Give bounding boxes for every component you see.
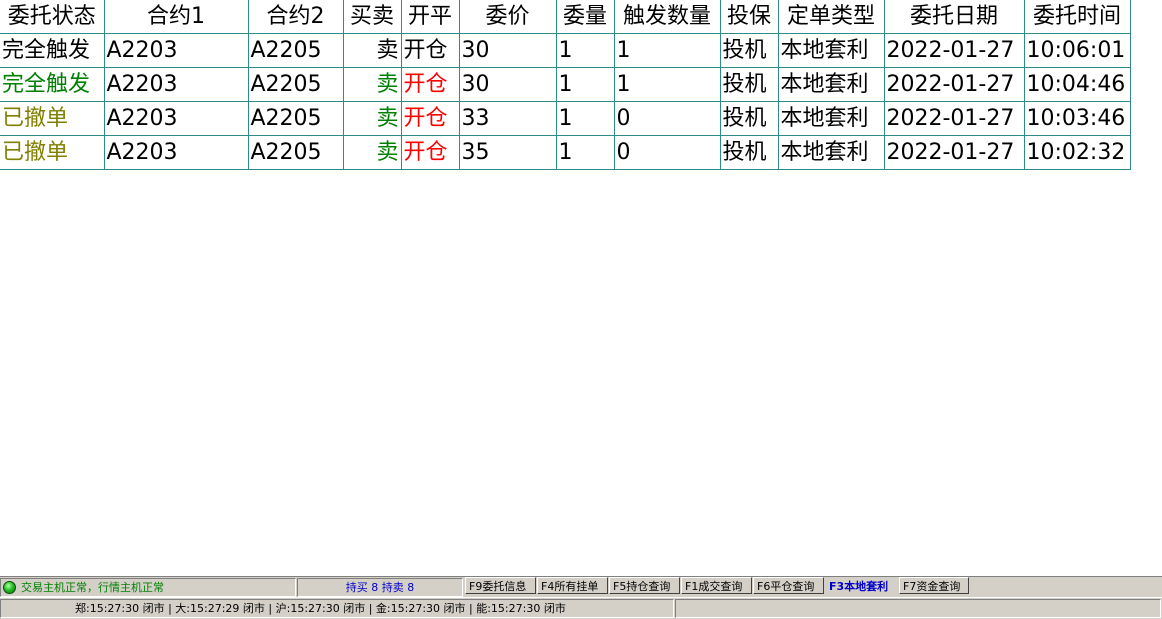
empty-status-panel [675,599,1161,618]
cell-qty: 1 [556,33,615,68]
cell-open-close: 开仓 [401,67,460,102]
col-header-open-close[interactable]: 开平 [401,0,460,34]
cell-status: 完全触发 [0,33,105,68]
hold-info-panel: 持买 8 持卖 8 [297,578,463,597]
col-header-price[interactable]: 委价 [459,0,557,34]
cell-contract1: A2203 [104,67,249,102]
cell-side: 卖 [343,33,402,68]
cell-order-type: 本地套利 [778,135,885,170]
cell-time: 10:02:32 [1024,135,1131,170]
col-header-contract2[interactable]: 合约2 [248,0,344,34]
hold-info-text: 持买 8 持卖 8 [345,581,415,594]
cell-price: 33 [459,101,557,136]
cell-qty: 1 [556,67,615,102]
cell-contract1: A2203 [104,135,249,170]
cell-contract2: A2205 [248,67,344,102]
cell-contract2: A2205 [248,33,344,68]
tab-f4-pending-orders[interactable]: F4所有挂单 [537,577,608,594]
cell-date: 2022-01-27 [884,135,1025,170]
host-status-panel: 交易主机正常，行情主机正常 [0,578,296,597]
orders-table: 委托状态 合约1 合约2 买卖 开平 委价 委量 触发数量 投保 定单类型 委托… [0,0,1131,170]
cell-order-type: 本地套利 [778,33,885,68]
cell-side: 卖 [343,101,402,136]
cell-order-type: 本地套利 [778,67,885,102]
host-status-text: 交易主机正常，行情主机正常 [21,581,164,594]
cell-open-close: 开仓 [401,135,460,170]
tab-f1-trade-query[interactable]: F1成交查询 [681,577,752,594]
col-header-contract1[interactable]: 合约1 [104,0,249,34]
status-bar: 交易主机正常，行情主机正常 持买 8 持卖 8 F9委托信息 F4所有挂单 F5… [0,576,1162,597]
cell-status: 完全触发 [0,67,105,102]
cell-open-close: 开仓 [401,33,460,68]
cell-time: 10:04:46 [1024,67,1131,102]
cell-price: 30 [459,33,557,68]
col-header-status[interactable]: 委托状态 [0,0,105,34]
tab-f9-order-info[interactable]: F9委托信息 [465,577,536,594]
cell-contract1: A2203 [104,33,249,68]
table-header-row: 委托状态 合约1 合约2 买卖 开平 委价 委量 触发数量 投保 定单类型 委托… [0,0,1131,34]
cell-hedge: 投机 [720,67,779,102]
table-row[interactable]: 完全触发 A2203 A2205 卖 开仓 30 1 1 投机 本地套利 202… [0,67,1131,102]
cell-trigger-qty: 1 [614,67,721,102]
cell-price: 30 [459,67,557,102]
green-led-icon [3,581,16,594]
exchange-clocks-panel: 郑:15:27:30 闭市 | 大:15:27:29 闭市 | 沪:15:27:… [0,599,674,618]
cell-contract2: A2205 [248,135,344,170]
cell-trigger-qty: 0 [614,101,721,136]
cell-time: 10:06:01 [1024,33,1131,68]
cell-side: 卖 [343,67,402,102]
cell-hedge: 投机 [720,135,779,170]
col-header-time[interactable]: 委托时间 [1024,0,1131,34]
cell-status: 已撤单 [0,135,105,170]
exchange-clocks-text: 郑:15:27:30 闭市 | 大:15:27:29 闭市 | 沪:15:27:… [75,602,566,615]
tab-f5-position-query[interactable]: F5持仓查询 [609,577,680,594]
col-header-side[interactable]: 买卖 [343,0,402,34]
cell-time: 10:03:46 [1024,101,1131,136]
exchange-clock-bar: 郑:15:27:30 闭市 | 大:15:27:29 闭市 | 沪:15:27:… [0,597,1162,619]
col-header-order-type[interactable]: 定单类型 [778,0,885,34]
cell-trigger-qty: 0 [614,135,721,170]
table-row[interactable]: 完全触发 A2203 A2205 卖 开仓 30 1 1 投机 本地套利 202… [0,33,1131,68]
cell-date: 2022-01-27 [884,33,1025,68]
cell-date: 2022-01-27 [884,67,1025,102]
table-row[interactable]: 已撤单 A2203 A2205 卖 开仓 33 1 0 投机 本地套利 2022… [0,101,1131,136]
tab-f6-close-query[interactable]: F6平仓查询 [753,577,824,594]
cell-status: 已撤单 [0,101,105,136]
cell-date: 2022-01-27 [884,101,1025,136]
cell-contract1: A2203 [104,101,249,136]
cell-trigger-qty: 1 [614,33,721,68]
cell-contract2: A2205 [248,101,344,136]
col-header-trigger-qty[interactable]: 触发数量 [614,0,721,34]
cell-open-close: 开仓 [401,101,460,136]
cell-qty: 1 [556,135,615,170]
tab-f3-local-arbitrage[interactable]: F3本地套利 [825,577,898,594]
cell-price: 35 [459,135,557,170]
cell-qty: 1 [556,101,615,136]
col-header-qty[interactable]: 委量 [556,0,615,34]
table-row[interactable]: 已撤单 A2203 A2205 卖 开仓 35 1 0 投机 本地套利 2022… [0,135,1131,170]
cell-side: 卖 [343,135,402,170]
cell-hedge: 投机 [720,33,779,68]
col-header-hedge[interactable]: 投保 [720,0,779,34]
cell-order-type: 本地套利 [778,101,885,136]
tab-f7-funds-query[interactable]: F7资金查询 [899,577,969,594]
col-header-date[interactable]: 委托日期 [884,0,1025,34]
cell-hedge: 投机 [720,101,779,136]
